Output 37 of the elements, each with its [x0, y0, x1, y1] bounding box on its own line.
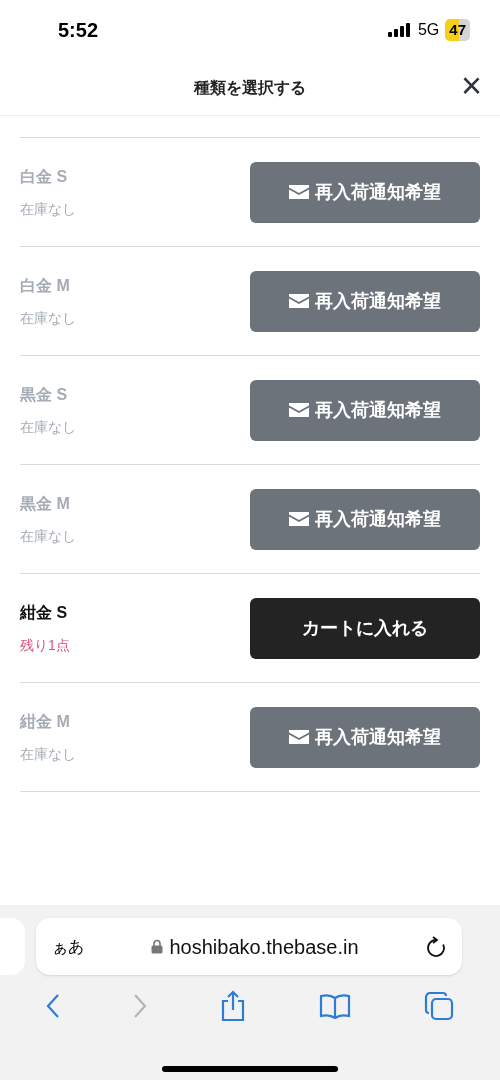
- url-text: hoshibako.thebase.in: [169, 934, 359, 960]
- variant-name: 黒金 S: [20, 384, 69, 405]
- envelope-icon: [289, 730, 309, 744]
- variant-name: 白金 S: [20, 166, 69, 187]
- notify-restock-button[interactable]: 再入荷通知希望: [250, 706, 480, 768]
- envelope-icon: [289, 294, 309, 308]
- variant-name: 白金 M: [20, 275, 71, 296]
- notify-restock-button[interactable]: 再入荷通知希望: [250, 379, 480, 441]
- lock-icon: [151, 939, 164, 954]
- stock-status: 在庫なし: [20, 417, 76, 437]
- reload-icon[interactable]: [426, 935, 446, 958]
- dialog-title: 種類を選択する: [194, 77, 306, 98]
- back-icon[interactable]: [46, 993, 61, 1019]
- notify-restock-button[interactable]: 再入荷通知希望: [250, 270, 480, 332]
- address-bar[interactable]: ぁあ hoshibako.thebase.in: [36, 918, 462, 975]
- tabs-icon[interactable]: [423, 991, 454, 1021]
- notify-restock-button[interactable]: 再入荷通知希望: [250, 488, 480, 550]
- envelope-icon: [289, 185, 309, 199]
- notify-restock-button[interactable]: 再入荷通知希望: [250, 161, 480, 223]
- variant-name: 紺金 M: [20, 711, 71, 732]
- envelope-icon: [289, 403, 309, 417]
- status-time: 5:52: [58, 18, 99, 43]
- add-to-cart-button[interactable]: カートに入れる: [250, 597, 480, 659]
- text-size-button[interactable]: ぁあ: [52, 934, 84, 959]
- signal-icon: [387, 23, 412, 37]
- stock-status: 在庫なし: [20, 744, 76, 764]
- stock-status: 在庫なし: [20, 526, 76, 546]
- share-icon[interactable]: [220, 990, 246, 1022]
- network-label: 5G: [417, 20, 440, 40]
- close-button[interactable]: ×: [460, 68, 482, 104]
- variant-name: 黒金 M: [20, 493, 71, 514]
- variant-name: 紺金 S: [20, 602, 69, 623]
- stock-status: 在庫なし: [20, 199, 76, 219]
- stock-status: 在庫なし: [20, 308, 76, 328]
- book-icon[interactable]: [318, 993, 351, 1019]
- stock-status: 残り1点: [20, 635, 70, 655]
- envelope-icon: [289, 512, 309, 526]
